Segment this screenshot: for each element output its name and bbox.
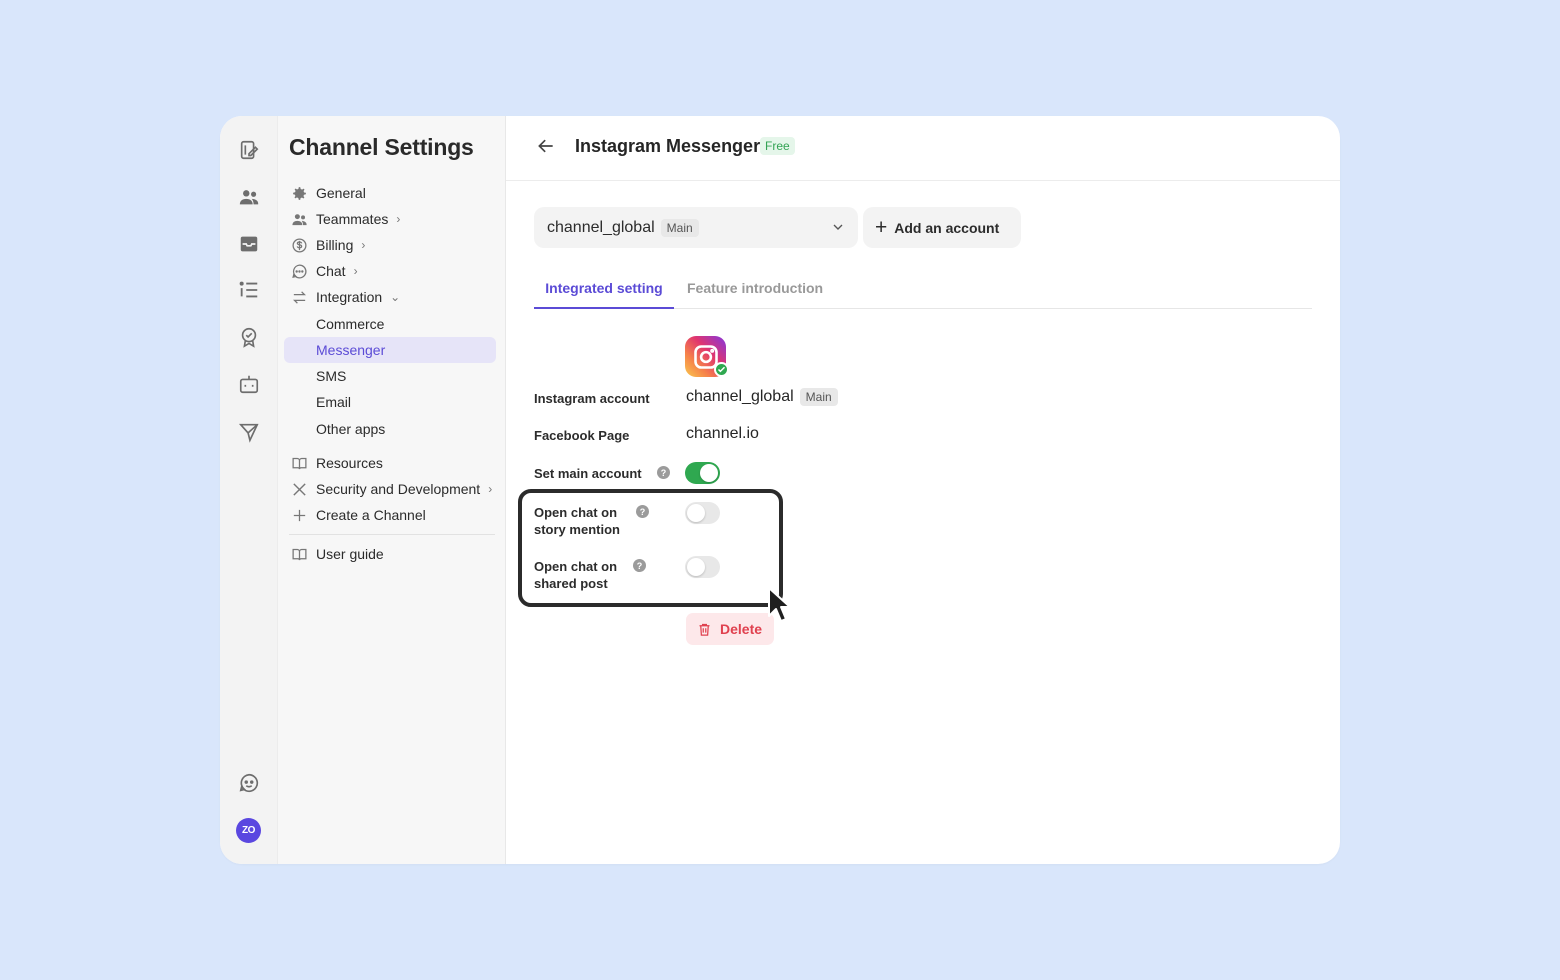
compose-icon[interactable] [237, 138, 261, 162]
tab-feature-introduction[interactable]: Feature introduction [687, 280, 823, 309]
nav-label: Teammates [316, 211, 389, 227]
facebook-page-value: channel.io [686, 425, 759, 442]
main-tag: Main [660, 218, 699, 237]
facebook-page-label: Facebook Page [534, 428, 630, 443]
help-icon[interactable]: ? [657, 466, 670, 479]
nav-title: Channel Settings [289, 134, 474, 160]
nav-label: Billing [316, 237, 354, 253]
chevron-down-icon: ⌄ [390, 290, 401, 304]
avatar[interactable]: ZO [236, 818, 261, 843]
nav-item-sms[interactable]: SMS [284, 363, 496, 389]
tools-icon [290, 480, 308, 498]
page-header: Instagram Messenger Free [506, 116, 1340, 181]
back-arrow-icon[interactable] [536, 136, 556, 156]
verified-check-icon [714, 362, 729, 377]
nav-label: Commerce [316, 316, 385, 332]
nav-label: Chat [316, 263, 346, 279]
instagram-account-label: Instagram account [534, 391, 650, 406]
page-title: Instagram Messenger [575, 136, 761, 156]
nav-item-resources[interactable]: Resources [284, 450, 496, 476]
bot-icon[interactable] [237, 372, 261, 396]
icon-rail: ZO [220, 116, 278, 864]
instagram-account-value: channel_global Main [686, 388, 838, 406]
chevron-right-icon: › [396, 212, 401, 226]
nav-item-other-apps[interactable]: Other apps [284, 416, 496, 442]
nav-item-teammates[interactable]: Teammates › [284, 206, 496, 232]
chevron-right-icon: › [353, 264, 358, 278]
delete-button[interactable]: Delete [686, 613, 774, 645]
gear-icon [290, 184, 308, 202]
nav-item-email[interactable]: Email [284, 389, 496, 415]
nav-label: User guide [316, 546, 384, 562]
trash-icon [699, 623, 710, 636]
dollar-icon [290, 236, 308, 254]
list-icon[interactable] [237, 278, 261, 302]
nav-item-commerce[interactable]: Commerce [284, 311, 496, 337]
mouse-cursor-icon [768, 587, 791, 622]
nav-label: Security and Development [316, 481, 481, 497]
tab-integrated-setting[interactable]: Integrated setting [534, 280, 674, 309]
inbox-icon[interactable] [237, 232, 261, 256]
book-icon [290, 454, 308, 472]
people-icon[interactable] [237, 185, 261, 209]
swap-arrows-icon [290, 288, 308, 306]
badge-icon[interactable] [237, 325, 261, 349]
book-icon [290, 545, 308, 563]
nav-label: Other apps [316, 421, 386, 437]
nav-item-billing[interactable]: Billing › [284, 232, 496, 258]
chevron-right-icon: › [361, 238, 366, 252]
chat-bubble-icon [290, 262, 308, 280]
nav-item-create-channel[interactable]: Create a Channel [284, 502, 496, 528]
send-icon[interactable] [237, 420, 261, 444]
nav-label: Resources [316, 455, 383, 471]
nav-item-security[interactable]: Security and Development › [284, 476, 496, 502]
nav-label: Create a Channel [316, 507, 426, 523]
add-account-label: Add an account [894, 219, 1000, 236]
nav-label: Integration [316, 289, 383, 305]
plus-icon: + [875, 216, 888, 239]
add-account-button[interactable]: + Add an account [863, 207, 1021, 248]
nav-item-user-guide[interactable]: User guide [284, 541, 496, 567]
nav-item-integration[interactable]: Integration ⌄ [284, 284, 496, 310]
nav-item-general[interactable]: General [284, 180, 496, 206]
set-main-account-label: Set main account [534, 466, 642, 481]
main-panel: Instagram Messenger Free channel_global … [506, 116, 1340, 864]
account-select[interactable]: channel_global Main [534, 207, 858, 248]
nav-label: Email [316, 394, 352, 410]
nav-item-messenger[interactable]: Messenger [284, 337, 496, 363]
nav-label: SMS [316, 368, 347, 384]
chevron-down-icon [830, 219, 846, 235]
plan-badge: Free [760, 137, 795, 155]
nav-divider [289, 534, 495, 535]
app-window: ZO Channel Settings General Teammates › … [220, 116, 1340, 864]
set-main-account-toggle[interactable] [685, 462, 720, 484]
highlight-box [518, 489, 783, 607]
tab-bar: Integrated setting Feature introduction [534, 274, 1312, 309]
support-icon[interactable] [237, 771, 261, 795]
delete-label: Delete [720, 621, 763, 637]
nav-item-chat[interactable]: Chat › [284, 258, 496, 284]
main-tag: Main [799, 388, 838, 406]
nav-label: General [316, 185, 366, 201]
nav-label: Messenger [316, 342, 386, 358]
people-icon [290, 210, 308, 228]
chevron-right-icon: › [488, 482, 493, 496]
instagram-account-name: channel_global [686, 388, 794, 405]
toggle-knob [700, 464, 718, 482]
settings-nav: Channel Settings General Teammates › Bil… [278, 116, 506, 864]
plus-icon [290, 506, 308, 524]
account-select-value: channel_global [547, 218, 655, 236]
